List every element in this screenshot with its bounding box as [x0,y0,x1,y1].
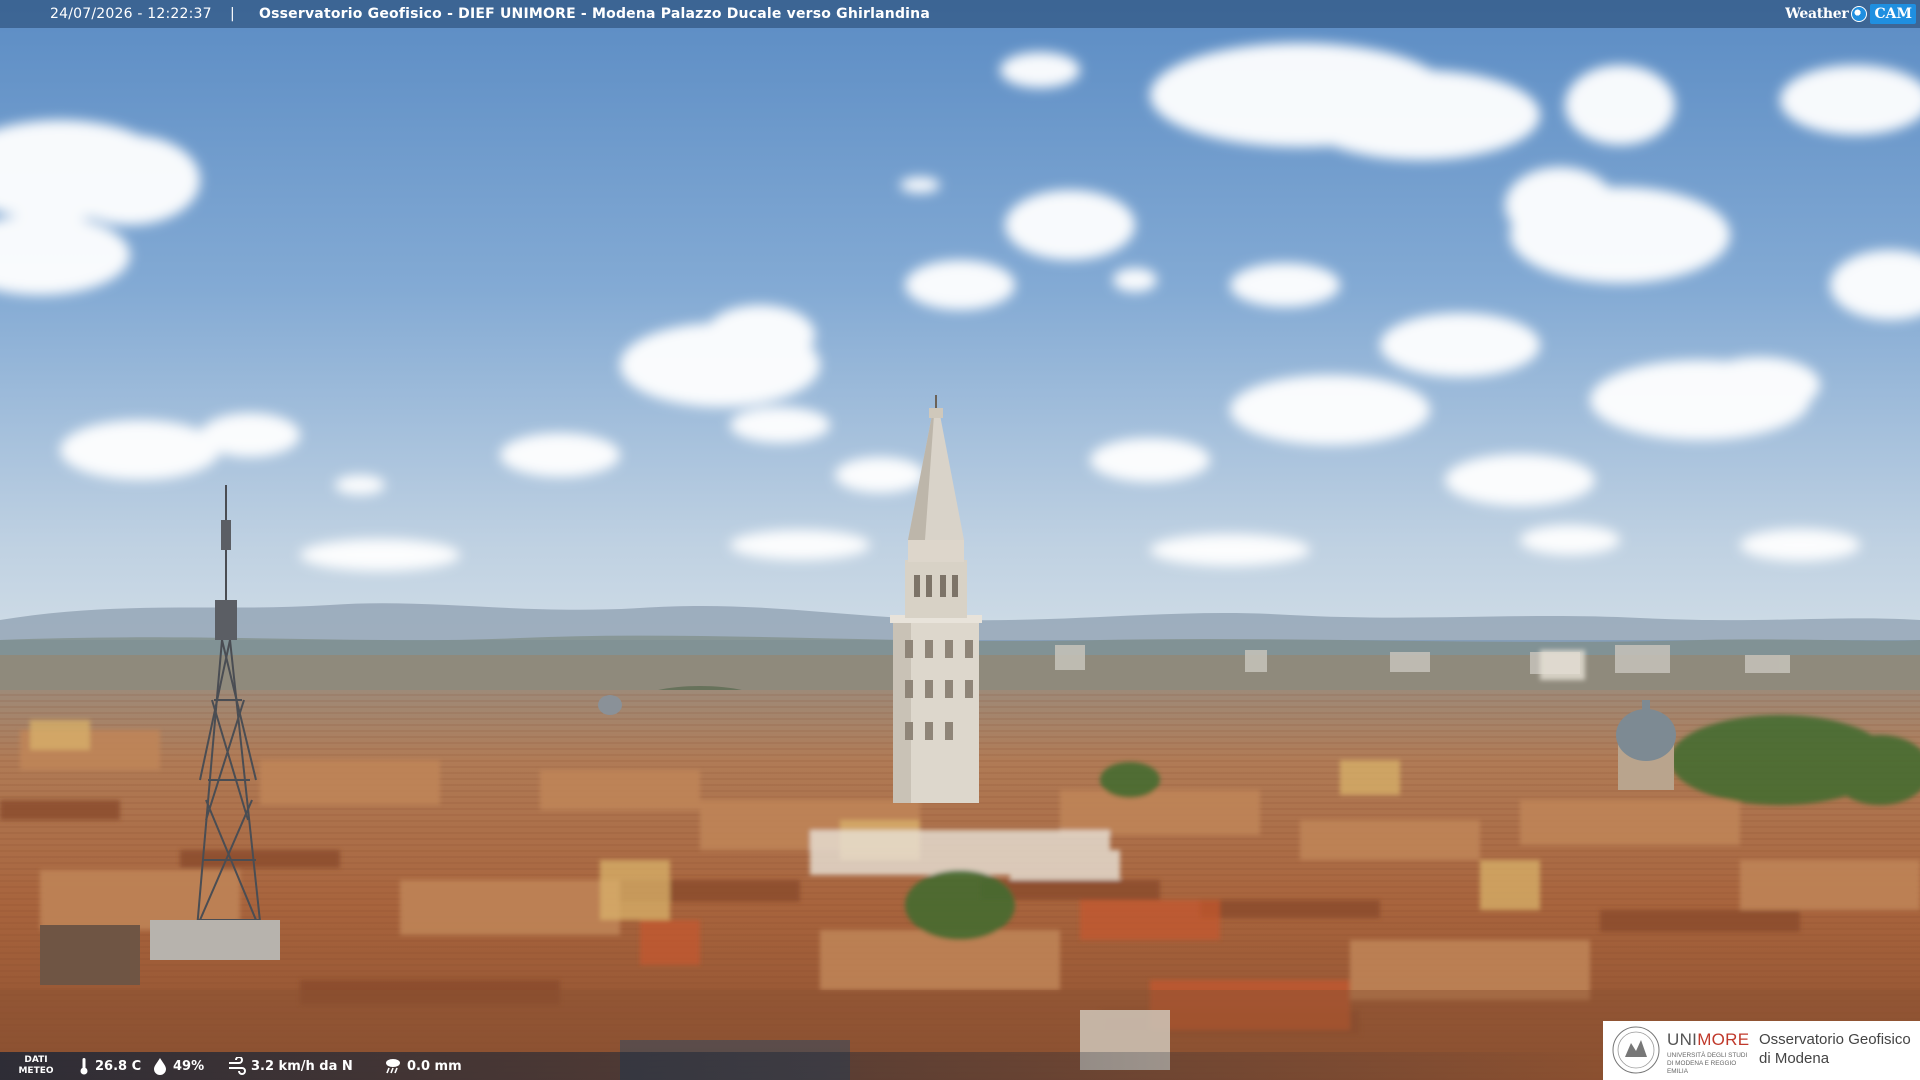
webcam-image [0,0,1920,1080]
weather-globe-icon [1851,6,1868,22]
meteo-label: DATI METEO [18,1055,54,1076]
webcam-title: Osservatorio Geofisico - DIEF UNIMORE - … [259,6,930,22]
humidity-reading: 49% [152,1052,204,1080]
observatory-name: Osservatorio Geofisico di Modena [1759,1030,1911,1068]
timestamp: 24/07/2026 - 12:22:37 [50,6,212,22]
title-separator: | [230,6,235,22]
rain-value: 0.0 mm [407,1058,462,1074]
brand-weather-text: Weather [1785,6,1849,22]
weathercam-logo: Weather CAM [1785,3,1916,25]
humidity-value: 49% [173,1058,205,1074]
temperature-reading: 26.8 C [78,1052,141,1080]
wind-value: 3.2 km/h da N [251,1058,353,1074]
unimore-suffix: MORE [1697,1030,1750,1049]
weather-data-bar: DATI METEO 26.8 C 49% 3.2 km/h da N 0.0 … [0,1052,1600,1080]
rain-reading: 0.0 mm [384,1052,462,1080]
observatory-line1: Osservatorio Geofisico [1759,1031,1911,1048]
wind-reading: 3.2 km/h da N [228,1052,353,1080]
wind-icon [229,1057,246,1075]
rain-cloud-icon [386,1059,400,1074]
brand-cam-text: CAM [1870,4,1916,24]
temperature-value: 26.8 C [95,1058,142,1074]
observatory-line2: di Modena [1759,1050,1830,1067]
university-seal-icon [1612,1026,1660,1074]
unimore-observatory-logo: UNIMORE UNIVERSITÀ DEGLI STUDI DI MODENA… [1603,1021,1920,1080]
thermometer-icon [80,1058,88,1075]
webcam-info-bar: 24/07/2026 - 12:22:37 | Osservatorio Geo… [0,0,1920,28]
humidity-drop-icon [154,1058,166,1075]
unimore-subtitle: UNIVERSITÀ DEGLI STUDI DI MODENA E REGGI… [1667,1052,1748,1075]
unimore-prefix: UNI [1667,1030,1698,1049]
unimore-wordmark: UNIMORE [1667,1030,1749,1050]
